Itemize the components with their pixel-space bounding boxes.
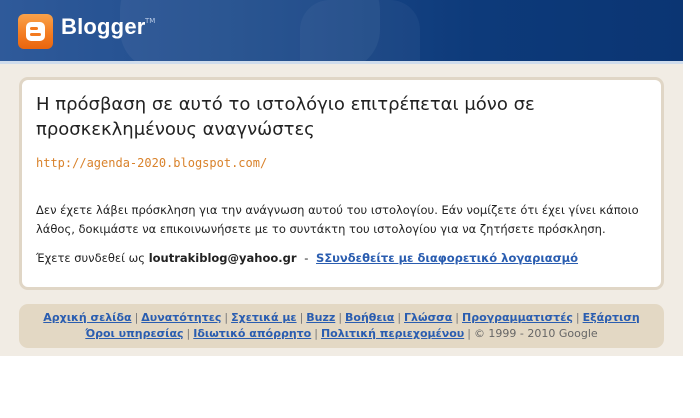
- footer-link-developers[interactable]: Προγραμματιστές: [462, 311, 573, 324]
- blogger-b-icon: [26, 22, 45, 41]
- header-divider: [0, 61, 683, 64]
- footer-link-content-policy[interactable]: Πολιτική περιεχομένου: [321, 327, 464, 340]
- footer-separator: |: [455, 311, 459, 324]
- separator: -: [304, 251, 309, 265]
- footer-separator: |: [224, 311, 229, 324]
- signed-in-line: Έχετε συνδεθεί ως loutrakiblog@yahoo.gr …: [36, 251, 578, 265]
- footer-separator: |: [186, 327, 191, 340]
- browser-viewport: Blogger TM Η πρόσβαση σε αυτό το ιστολόγ…: [0, 0, 683, 356]
- blogger-header: Blogger TM: [0, 0, 683, 61]
- signed-in-label: Έχετε συνδεθεί ως: [36, 251, 146, 265]
- trademark-mark: TM: [145, 17, 156, 25]
- header-decoration: [300, 0, 420, 61]
- footer-separator: |: [397, 311, 402, 324]
- access-denied-card: Η πρόσβαση σε αυτό το ιστολόγιο επιτρέπε…: [19, 77, 664, 290]
- blogger-logo-icon[interactable]: [18, 14, 53, 49]
- footer-separator: |: [575, 311, 580, 324]
- footer-link-language[interactable]: Γλώσσα: [404, 311, 452, 324]
- switch-account-link[interactable]: SΣυνδεθείτε με διαφορετικό λογαριασμό: [316, 251, 578, 265]
- footer-links-row: Όροι υπηρεσίας | Ιδιωτικό απόρρητο | Πολιτικ…: [19, 327, 664, 340]
- footer-link-terms[interactable]: Όροι υπηρεσίας: [85, 327, 183, 340]
- signed-in-email: loutrakiblog@yahoo.gr: [148, 251, 297, 265]
- footer-separator: |: [314, 327, 318, 340]
- footer-link-about[interactable]: Σχετικά με: [231, 311, 296, 324]
- footer-link-privacy[interactable]: Ιδιωτικό απόρρητο: [193, 327, 311, 340]
- access-message: Δεν έχετε λάβει πρόσκληση για την ανάγνω…: [36, 203, 639, 236]
- blogger-logo-text[interactable]: Blogger: [61, 14, 146, 40]
- copyright-text: © 1999 - 2010 Google: [473, 327, 598, 340]
- footer-separator: |: [467, 327, 471, 340]
- page-title: Η πρόσβαση σε αυτό το ιστολόγιο επιτρέπε…: [36, 94, 535, 140]
- footer-separator: |: [338, 311, 343, 324]
- footer: Αρχική σελίδα | Δυνατότητες | Σχετικά με | Buz…: [19, 304, 664, 348]
- footer-link-gear[interactable]: Εξάρτιση: [583, 311, 640, 324]
- footer-separator: |: [299, 311, 304, 324]
- blog-url: http://agenda-2020.blogspot.com/: [36, 156, 268, 170]
- footer-link-home[interactable]: Αρχική σελίδα: [43, 311, 131, 324]
- footer-link-features[interactable]: Δυνατότητες: [141, 311, 221, 324]
- footer-link-buzz[interactable]: Buzz: [306, 311, 335, 324]
- footer-link-help[interactable]: Βοήθεια: [345, 311, 394, 324]
- footer-separator: |: [134, 311, 139, 324]
- footer-links-row: Αρχική σελίδα | Δυνατότητες | Σχετικά με | Buz…: [19, 311, 664, 324]
